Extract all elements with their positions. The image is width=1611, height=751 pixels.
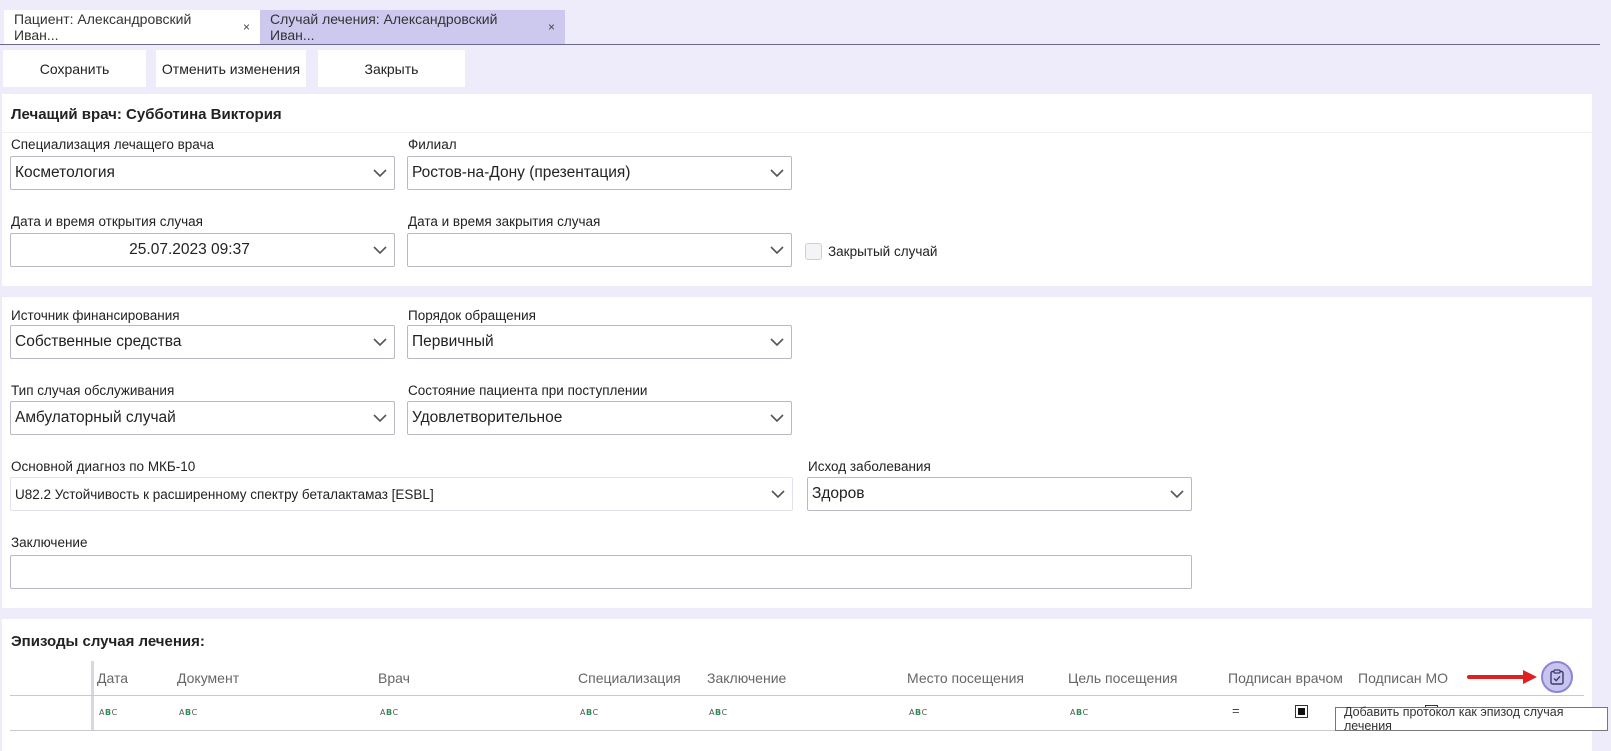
funding-value: Собственные средства bbox=[15, 333, 182, 350]
close-datetime-label: Дата и время закрытия случая bbox=[408, 214, 601, 229]
glyph: B bbox=[385, 708, 393, 717]
closed-case-label: Закрытый случай bbox=[828, 244, 938, 259]
patient-state-select[interactable]: Удовлетворительное bbox=[407, 401, 792, 435]
glyph: C bbox=[191, 708, 198, 717]
order-value: Первичный bbox=[412, 333, 494, 350]
glyph: B bbox=[1075, 708, 1083, 717]
order-label: Порядок обращения bbox=[408, 308, 536, 323]
glyph: C bbox=[921, 708, 928, 717]
diagnosis-select[interactable]: U82.2 Устойчивость к расширенному спектр… bbox=[10, 477, 793, 511]
branch-select[interactable]: Ростов-на-Дону (презентация) bbox=[407, 156, 792, 190]
text-filter-icon[interactable]: ABC bbox=[580, 708, 599, 717]
service-type-select[interactable]: Амбулаторный случай bbox=[10, 401, 395, 435]
glyph: C bbox=[721, 708, 728, 717]
checkbox-fill bbox=[1298, 708, 1305, 715]
text-filter-icon[interactable]: ABC bbox=[1070, 708, 1089, 717]
column-header-visit-purpose[interactable]: Цель посещения bbox=[1068, 670, 1177, 686]
specialization-select[interactable]: Косметология bbox=[10, 156, 395, 190]
outcome-value: Здоров bbox=[812, 485, 865, 502]
chevron-down-icon bbox=[770, 169, 784, 178]
chevron-down-icon bbox=[1170, 490, 1184, 499]
episodes-title: Эпизоды случая лечения: bbox=[11, 633, 205, 650]
grid-header-divider bbox=[10, 695, 1584, 696]
branch-label: Филиал bbox=[408, 137, 457, 152]
tab-bar: Пациент: Александровский Иван... × Случа… bbox=[0, 8, 1600, 45]
patient-state-label: Состояние пациента при поступлении bbox=[408, 383, 648, 398]
chevron-down-icon bbox=[770, 414, 784, 423]
diagnosis-label: Основной диагноз по МКБ-10 bbox=[11, 459, 196, 474]
funding-select[interactable]: Собственные средства bbox=[10, 325, 395, 359]
column-header-visit-place[interactable]: Место посещения bbox=[907, 670, 1024, 686]
chevron-down-icon bbox=[373, 169, 387, 178]
glyph: C bbox=[1082, 708, 1089, 717]
red-arrow-annotation-icon bbox=[1467, 670, 1537, 684]
divider bbox=[2, 132, 1592, 133]
signed-by-doctor-filter-checkbox[interactable] bbox=[1295, 705, 1308, 718]
text-filter-icon[interactable]: ABC bbox=[909, 708, 928, 717]
doctor-title: Лечащий врач: Субботина Виктория bbox=[11, 106, 282, 123]
glyph: B bbox=[914, 708, 922, 717]
open-datetime-picker[interactable]: 25.07.2023 09:37 bbox=[10, 233, 395, 267]
text-filter-icon[interactable]: ABC bbox=[709, 708, 728, 717]
tooltip: Добавить протокол как эпизод случая лече… bbox=[1335, 705, 1608, 733]
grid-row-indicator-border bbox=[91, 661, 94, 731]
tab-treatment-case-label: Случай лечения: Александровский Иван... bbox=[270, 11, 498, 43]
clipboard-check-icon bbox=[1550, 669, 1564, 685]
specialization-label: Специализация лечащего врача bbox=[11, 137, 215, 152]
column-header-doctor[interactable]: Врач bbox=[378, 670, 410, 686]
glyph: C bbox=[592, 708, 599, 717]
column-header-signed-by-mo[interactable]: Подписан МО bbox=[1358, 670, 1448, 686]
tab-treatment-case[interactable]: Случай лечения: Александровский Иван... … bbox=[260, 10, 565, 44]
close-datetime-picker[interactable] bbox=[407, 233, 792, 267]
glyph: B bbox=[184, 708, 192, 717]
column-header-conclusion[interactable]: Заключение bbox=[707, 670, 786, 686]
glyph: B bbox=[585, 708, 593, 717]
open-datetime-value: 25.07.2023 09:37 bbox=[129, 241, 250, 258]
column-header-date[interactable]: Дата bbox=[97, 670, 128, 686]
tab-patient-label: Пациент: Александровский Иван... bbox=[14, 11, 192, 43]
chevron-down-icon bbox=[771, 490, 785, 499]
cancel-changes-button[interactable]: Отменить изменения bbox=[156, 50, 306, 87]
outcome-select[interactable]: Здоров bbox=[807, 477, 1192, 511]
funding-label: Источник финансирования bbox=[11, 308, 180, 323]
equals-filter-icon[interactable]: = bbox=[1232, 703, 1240, 718]
text-filter-icon[interactable]: ABC bbox=[99, 708, 118, 717]
patient-state-value: Удовлетворительное bbox=[412, 409, 563, 426]
chevron-down-icon bbox=[770, 338, 784, 347]
service-type-label: Тип случая обслуживания bbox=[11, 383, 175, 398]
specialization-value: Косметология bbox=[15, 164, 115, 181]
column-header-specialization[interactable]: Специализация bbox=[578, 670, 681, 686]
closed-case-checkbox[interactable] bbox=[805, 243, 822, 260]
open-datetime-label: Дата и время открытия случая bbox=[11, 214, 203, 229]
case-panel: Источник финансирования Собственные сред… bbox=[2, 297, 1592, 608]
glyph: B bbox=[714, 708, 722, 717]
conclusion-label: Заключение bbox=[11, 535, 88, 550]
chevron-down-icon bbox=[373, 338, 387, 347]
add-protocol-episode-button[interactable] bbox=[1541, 661, 1573, 693]
glyph: B bbox=[104, 708, 112, 717]
glyph: C bbox=[111, 708, 118, 717]
doctor-panel: Лечащий врач: Субботина Виктория Специал… bbox=[2, 94, 1592, 286]
glyph: C bbox=[392, 708, 399, 717]
chevron-down-icon bbox=[770, 246, 784, 255]
chevron-down-icon bbox=[373, 246, 387, 255]
chevron-down-icon bbox=[373, 414, 387, 423]
close-icon[interactable]: × bbox=[243, 20, 250, 34]
close-icon[interactable]: × bbox=[548, 20, 555, 34]
text-filter-icon[interactable]: ABC bbox=[380, 708, 399, 717]
order-select[interactable]: Первичный bbox=[407, 325, 792, 359]
diagnosis-value: U82.2 Устойчивость к расширенному спектр… bbox=[15, 486, 434, 502]
service-type-value: Амбулаторный случай bbox=[15, 409, 176, 426]
column-header-signed-by-doctor[interactable]: Подписан врачом bbox=[1228, 670, 1343, 686]
close-button[interactable]: Закрыть bbox=[318, 50, 465, 87]
tab-patient[interactable]: Пациент: Александровский Иван... × bbox=[4, 10, 260, 44]
conclusion-input[interactable] bbox=[10, 555, 1192, 589]
column-header-document[interactable]: Документ bbox=[177, 670, 239, 686]
text-filter-icon[interactable]: ABC bbox=[179, 708, 198, 717]
branch-value: Ростов-на-Дону (презентация) bbox=[412, 164, 631, 181]
save-button[interactable]: Сохранить bbox=[3, 50, 146, 87]
outcome-label: Исход заболевания bbox=[808, 459, 931, 474]
